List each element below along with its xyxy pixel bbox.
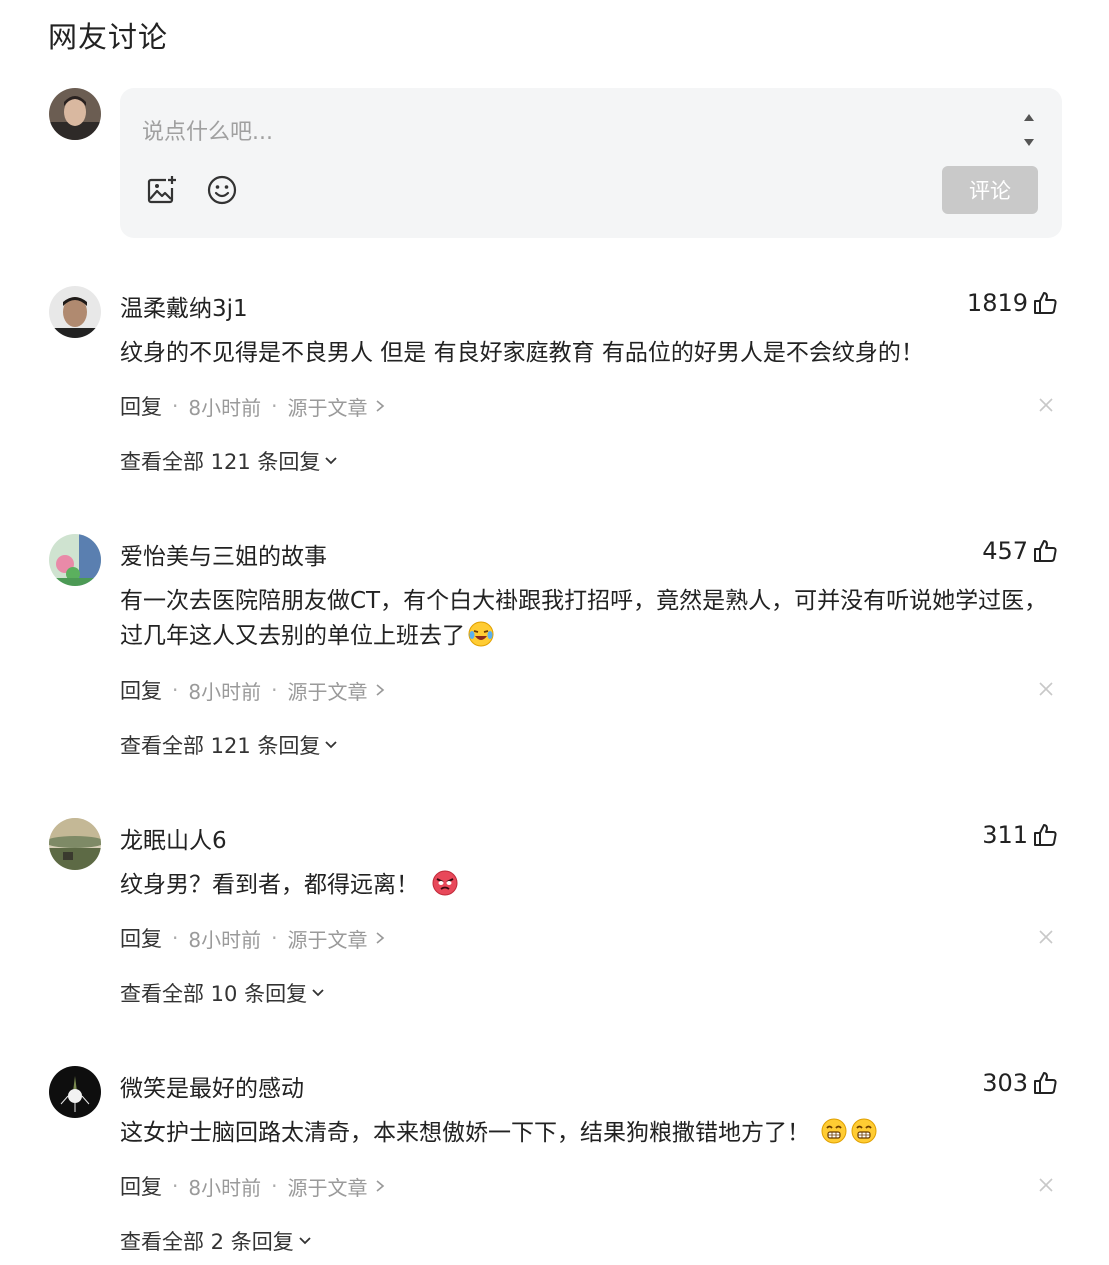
chevron-right-icon bbox=[376, 684, 385, 696]
source-link[interactable]: 源于文章 bbox=[287, 924, 387, 953]
chevron-right-icon bbox=[376, 932, 385, 944]
chevron-down-icon bbox=[312, 989, 324, 997]
comment-time: 8小时前 bbox=[188, 679, 262, 704]
comment-meta: 回复 · 8小时前 · 源于文章 bbox=[120, 391, 387, 421]
close-icon[interactable] bbox=[1038, 681, 1054, 697]
view-replies-link[interactable]: 查看全部 10 条回复 bbox=[120, 978, 326, 1008]
like-count: 1819 bbox=[966, 289, 1028, 317]
chevron-down-icon bbox=[299, 1237, 311, 1245]
emoji-picker-icon[interactable] bbox=[206, 174, 238, 206]
comment-username[interactable]: 爱怡美与三姐的故事 bbox=[120, 537, 327, 571]
resize-handle-icon[interactable] bbox=[1022, 114, 1036, 146]
comment-username[interactable]: 龙眠山人6 bbox=[120, 821, 227, 855]
comment-meta: 回复 · 8小时前 · 源于文章 bbox=[120, 923, 387, 953]
like-button[interactable]: 457 bbox=[982, 537, 1058, 565]
reply-button[interactable]: 回复 bbox=[120, 1171, 162, 1201]
comment-composer: 评论 bbox=[120, 88, 1062, 238]
comment-text: 纹身的不见得是不良男人 但是 有良好家庭教育 有品位的好男人是不会纹身的！ bbox=[120, 340, 924, 366]
laughing-crying-emoji bbox=[468, 621, 494, 647]
grin-emoji bbox=[851, 1118, 877, 1144]
view-replies-link[interactable]: 查看全部 121 条回复 bbox=[120, 446, 339, 476]
chevron-down-icon bbox=[325, 741, 338, 749]
section-title: 网友讨论 bbox=[48, 20, 169, 54]
avatar[interactable] bbox=[49, 286, 101, 338]
like-count: 457 bbox=[982, 537, 1028, 565]
like-button[interactable]: 311 bbox=[982, 821, 1058, 849]
thumbs-up-icon bbox=[1034, 1072, 1057, 1094]
current-user-avatar bbox=[49, 88, 101, 140]
comment-text: 纹身男？看到者，都得远离！ bbox=[120, 868, 1050, 903]
source-link[interactable]: 源于文章 bbox=[287, 1172, 387, 1201]
chevron-right-icon bbox=[376, 1180, 385, 1192]
comment-username[interactable]: 微笑是最好的感动 bbox=[120, 1069, 304, 1103]
close-icon[interactable] bbox=[1038, 1177, 1054, 1193]
reply-button[interactable]: 回复 bbox=[120, 391, 162, 421]
reply-button[interactable]: 回复 bbox=[120, 923, 162, 953]
like-count: 303 bbox=[982, 1069, 1028, 1097]
angry-emoji bbox=[432, 870, 458, 896]
comment-text: 有一次去医院陪朋友做CT，有个白大褂跟我打招呼，竟然是熟人，可并没有听说她学过医… bbox=[120, 588, 1048, 649]
close-icon[interactable] bbox=[1038, 929, 1054, 945]
source-link[interactable]: 源于文章 bbox=[287, 676, 387, 705]
close-icon[interactable] bbox=[1038, 397, 1054, 413]
insert-image-icon[interactable] bbox=[146, 174, 178, 206]
grin-emoji bbox=[821, 1118, 847, 1144]
thumbs-up-icon bbox=[1034, 292, 1057, 314]
comment-input[interactable] bbox=[142, 116, 1002, 148]
like-count: 311 bbox=[982, 821, 1028, 849]
comment-username[interactable]: 温柔戴纳3j1 bbox=[120, 289, 248, 323]
thumbs-up-icon bbox=[1034, 824, 1057, 846]
chevron-right-icon bbox=[376, 400, 385, 412]
avatar[interactable] bbox=[49, 818, 101, 870]
view-replies-link[interactable]: 查看全部 2 条回复 bbox=[120, 1226, 313, 1256]
comment-time: 8小时前 bbox=[188, 1175, 262, 1200]
comment-meta: 回复 · 8小时前 · 源于文章 bbox=[120, 675, 387, 705]
comment-time: 8小时前 bbox=[188, 927, 262, 952]
comment-meta: 回复 · 8小时前 · 源于文章 bbox=[120, 1171, 387, 1201]
submit-comment-button[interactable]: 评论 bbox=[942, 166, 1038, 214]
view-replies-link[interactable]: 查看全部 121 条回复 bbox=[120, 730, 339, 760]
comment-time: 8小时前 bbox=[188, 395, 262, 420]
chevron-down-icon bbox=[325, 457, 338, 465]
avatar[interactable] bbox=[49, 534, 101, 586]
source-link[interactable]: 源于文章 bbox=[287, 392, 387, 421]
like-button[interactable]: 303 bbox=[982, 1069, 1058, 1097]
avatar[interactable] bbox=[49, 1066, 101, 1118]
like-button[interactable]: 1819 bbox=[967, 289, 1058, 317]
reply-button[interactable]: 回复 bbox=[120, 675, 162, 705]
comment-text: 这女护士脑回路太清奇，本来想傲娇一下下，结果狗粮撒错地方了！ bbox=[120, 1116, 1050, 1151]
thumbs-up-icon bbox=[1034, 540, 1057, 562]
